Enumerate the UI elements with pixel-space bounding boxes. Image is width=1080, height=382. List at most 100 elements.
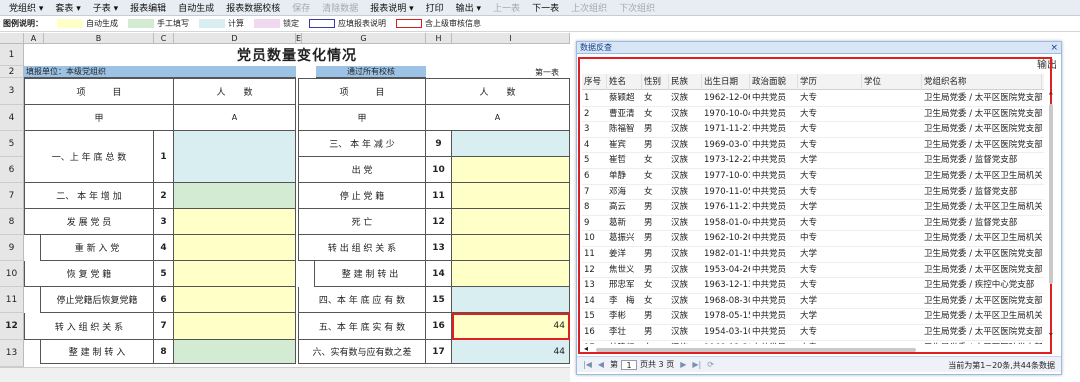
left-value-cell[interactable] <box>174 209 296 235</box>
left-value-cell[interactable] <box>174 287 296 313</box>
grid-header-cell[interactable]: 性别 <box>642 74 669 90</box>
grid-header-cell[interactable]: 学历 <box>798 74 862 90</box>
vertical-scrollbar[interactable]: ⌃ ⌄ <box>1046 92 1056 340</box>
toolbar-item-2[interactable]: 子表 ▾ <box>87 1 124 14</box>
last-page-icon[interactable]: ▶| <box>692 360 701 369</box>
row-header-1[interactable]: 1 <box>0 44 24 66</box>
left-value-cell[interactable] <box>174 340 296 364</box>
grid-row[interactable]: 9 葛新 男 汉族 1958-01-04 中共党员 大专 卫生局党委 / 监督党支部 <box>582 216 1044 232</box>
grid-row[interactable]: 16 李壮男汉族 1954-03-10 中共党员 大专 卫生局党委 / 太平区医院党支部 <box>582 325 1044 341</box>
horizontal-scroll-thumb[interactable] <box>596 348 916 352</box>
toolbar-item-10[interactable]: 输出 ▾ <box>450 1 487 14</box>
close-icon[interactable]: × <box>1050 42 1058 54</box>
grid-row[interactable]: 13 邢忠军女 汉族 1963-12-13 中共党员 大专 卫生局党委 / 疾控中心党支部 <box>582 278 1044 294</box>
left-value-cell[interactable] <box>174 131 296 183</box>
scroll-up-icon[interactable]: ⌃ <box>1047 92 1055 102</box>
first-page-icon[interactable]: |◀ <box>583 360 592 369</box>
grid-row[interactable]: 10 葛振兴男 汉族 1962-10-20 中共党员 中专 卫生局党委 / 太平区卫生局机关… <box>582 231 1044 247</box>
grid-row[interactable]: 6 单静 女 汉族 1977-10-01 中共党员 大专 卫生局党委 / 太平区卫生局机关..… <box>582 169 1044 185</box>
toolbar-item-9[interactable]: 打印 <box>420 1 450 14</box>
left-value-cell[interactable] <box>174 261 296 287</box>
right-value-cell[interactable]: 44 <box>452 340 570 364</box>
grid-row[interactable]: 7 邓海 女 汉族 1970-11-05 中共党员 大专 卫生局党委 / 监督党支部 <box>582 185 1044 201</box>
row-header-11[interactable]: 11 <box>0 287 24 313</box>
row-header-3[interactable]: 3 <box>0 78 24 105</box>
scroll-down-icon[interactable]: ⌄ <box>1047 328 1055 338</box>
grid-row[interactable]: 12 焦世义男 汉族 1953-04-26 中共党员 大专 卫生局党委 / 太平区医院党支部 <box>582 263 1044 279</box>
row-header-5[interactable]: 5 <box>0 131 24 157</box>
row-header-7[interactable]: 7 <box>0 183 24 209</box>
vertical-scroll-thumb[interactable] <box>1049 104 1053 284</box>
toolbar-item-12[interactable]: 下一表 <box>526 1 565 14</box>
toolbar-item-7[interactable]: 清除数据 <box>316 1 364 14</box>
corner-cell[interactable] <box>0 33 24 44</box>
right-value-cell[interactable] <box>452 157 570 183</box>
grid-cell: 崔宾 <box>609 139 627 150</box>
row-header-2[interactable]: 2 <box>0 66 24 78</box>
column-header-b[interactable]: B <box>44 33 154 44</box>
column-header-c[interactable]: C <box>154 33 174 44</box>
refresh-icon[interactable]: ⟳ <box>707 360 714 369</box>
grid-header-cell[interactable]: 序号 <box>582 74 607 90</box>
row-header-4[interactable]: 4 <box>0 105 24 131</box>
column-header-a[interactable]: A <box>24 33 44 44</box>
toolbar-item-13[interactable]: 上次组织 <box>565 1 613 14</box>
grid-header-cell[interactable]: 政治面貌 <box>750 74 798 90</box>
right-value-cell[interactable]: 44 <box>452 313 570 340</box>
grid-header-cell[interactable]: 党组织名称 <box>922 74 1042 90</box>
toolbar-item-5[interactable]: 报表数据校核 <box>220 1 286 14</box>
grid-row[interactable]: 17林建红女汉族1968-12-29中共党员中专卫生局党委 / 太平区医院党支部 <box>582 341 1044 344</box>
toolbar-item-11[interactable]: 上一表 <box>487 1 526 14</box>
prev-page-icon[interactable]: ◀ <box>598 360 604 369</box>
column-header-i[interactable]: I <box>452 33 570 44</box>
toolbar-item-0[interactable]: 党组织 ▾ <box>3 1 49 14</box>
grid-header-cell[interactable]: 名 <box>1042 74 1044 90</box>
left-value-cell[interactable] <box>174 313 296 340</box>
left-value-cell[interactable] <box>174 235 296 261</box>
row-header-8[interactable]: 8 <box>0 209 24 235</box>
dialog-titlebar[interactable]: 数据反查 × <box>577 42 1061 54</box>
horizontal-scrollbar[interactable]: ◂ <box>584 344 1046 354</box>
toolbar-item-4[interactable]: 自动生成 <box>172 1 220 14</box>
grid-row[interactable]: 14 李 梅女 汉族 1968-08-30 中共党员 大学 卫生局党委 / 太平区医院党支部 <box>582 294 1044 310</box>
toolbar-item-1[interactable]: 套表 ▾ <box>49 1 86 14</box>
next-page-icon[interactable]: ▶ <box>680 360 686 369</box>
grid-row[interactable]: 15 李彬 男 汉族 1978-05-15 中共党员 大学 卫生局党委 / 太平区卫生局机关.… <box>582 309 1044 325</box>
toolbar-item-6[interactable]: 保存 <box>286 1 316 14</box>
grid-row[interactable]: 5 崔哲 女 汉族 1973-12-22 中共党员 大学 卫生局党委 / 监督党支部 <box>582 153 1044 169</box>
grid-row[interactable]: 4 崔宾 男 汉族 1969-03-07 中共党员 大专 卫生局党委 / 太平区医院党支部 <box>582 138 1044 154</box>
column-header-d[interactable]: D <box>174 33 296 44</box>
row-header-9[interactable]: 9 <box>0 235 24 261</box>
grid-cell: 大学 <box>800 155 818 166</box>
grid-row[interactable]: 1 蔡颖超女 汉族 1962-12-06 中共党员 大专 卫生局党委 / 太平区医院党支部 <box>582 91 1044 107</box>
page-number-input[interactable]: 1 <box>621 359 638 370</box>
grid-header-cell[interactable]: 学位 <box>862 74 922 90</box>
row-header-10[interactable]: 10 <box>0 261 24 287</box>
toolbar-item-8[interactable]: 报表说明 ▾ <box>364 1 419 14</box>
toolbar-item-3[interactable]: 报表编辑 <box>124 1 172 14</box>
grid-header-cell[interactable]: 民族 <box>669 74 702 90</box>
right-value-cell[interactable] <box>452 131 570 157</box>
grid-row[interactable]: 8 高云 男 汉族 1976-11-21 中共党员 大学 卫生局党委 / 太平区卫生局机关..… <box>582 200 1044 216</box>
column-header-h[interactable]: H <box>426 33 452 44</box>
right-value-cell[interactable] <box>452 261 570 287</box>
right-value-cell[interactable] <box>452 183 570 209</box>
left-value-cell[interactable] <box>174 183 296 209</box>
grid-header-cell[interactable]: 姓名 <box>607 74 642 90</box>
grid-row[interactable]: 11 姜洋 男 汉族 1982-01-15 中共党员 大学 卫生局党委 / 太平区医院党支部 <box>582 247 1044 263</box>
grid-header-cell[interactable]: 出生日期 <box>702 74 750 90</box>
row-header-12[interactable]: 12 <box>0 313 24 340</box>
right-value-cell[interactable] <box>452 287 570 313</box>
grid-row[interactable]: 3 陈福智男 汉族 1971-11-21 中共党员 大专 卫生局党委 / 太平区医院党支部 <box>582 122 1044 138</box>
grid-cell: 卫生局党委 / 监督党支部 <box>924 217 1018 228</box>
grid-cell: 12 <box>584 264 595 275</box>
scroll-left-icon[interactable]: ◂ <box>584 344 588 353</box>
column-header-g[interactable]: G <box>302 33 426 44</box>
grid-row[interactable]: 2 曹亚清女 汉族 1970-10-04 中共党员 大专 卫生局党委 / 太平区医院党支部 <box>582 107 1044 123</box>
row-header-6[interactable]: 6 <box>0 157 24 183</box>
row-header-13[interactable]: 13 <box>0 340 24 367</box>
toolbar-item-14[interactable]: 下次组织 <box>613 1 661 14</box>
grid-cell: 卫生局党委 / 监督党支部 <box>924 186 1018 197</box>
right-value-cell[interactable] <box>452 235 570 261</box>
right-value-cell[interactable] <box>452 209 570 235</box>
